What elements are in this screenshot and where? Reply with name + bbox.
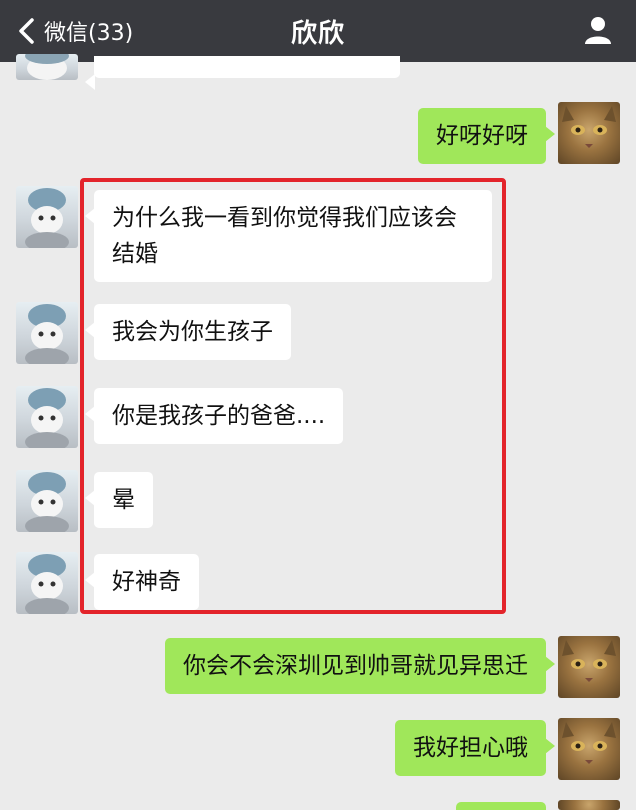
my-avatar[interactable] bbox=[558, 636, 620, 698]
chevron-left-icon bbox=[19, 18, 34, 44]
chat-header: 微信(33) 欣欣 bbox=[0, 0, 636, 62]
cat-avatar-image bbox=[562, 106, 616, 148]
cat-avatar-image bbox=[562, 722, 616, 764]
message-bubble-sent[interactable]: 好呀好呀 bbox=[418, 108, 555, 164]
message-bubble-received[interactable]: 为什么我一看到你觉得我们应该会结婚 bbox=[85, 190, 492, 282]
my-avatar[interactable] bbox=[558, 800, 620, 810]
contact-avatar[interactable] bbox=[16, 386, 78, 448]
message-bubble-sent[interactable]: 我好担心哦 bbox=[395, 720, 555, 776]
contact-avatar[interactable] bbox=[16, 470, 78, 532]
message-bubble-received[interactable]: 晕 bbox=[85, 472, 153, 528]
message-bubble-received[interactable]: 你是我孩子的爸爸.... bbox=[84, 388, 344, 444]
my-avatar[interactable] bbox=[558, 718, 620, 780]
kitten-avatar-image bbox=[25, 54, 69, 80]
contact-avatar[interactable] bbox=[16, 302, 78, 364]
cat-avatar-image bbox=[562, 640, 616, 682]
contact-avatar[interactable] bbox=[16, 552, 78, 614]
back-button[interactable]: 微信(33) bbox=[14, 0, 133, 62]
back-label: 微信(33) bbox=[44, 21, 134, 46]
message-bubble-partial bbox=[456, 802, 546, 810]
message-bubble-partial bbox=[85, 56, 400, 90]
person-icon[interactable] bbox=[582, 14, 614, 46]
message-bubble-received[interactable]: 好神奇 bbox=[85, 554, 199, 610]
kitten-avatar-image bbox=[25, 388, 69, 448]
message-bubble-received[interactable]: 我会为你生孩子 bbox=[85, 304, 291, 360]
contact-avatar[interactable] bbox=[16, 54, 78, 80]
kitten-avatar-image bbox=[25, 554, 69, 614]
kitten-avatar-image bbox=[25, 472, 69, 532]
kitten-avatar-image bbox=[25, 304, 69, 364]
contact-avatar[interactable] bbox=[16, 186, 78, 248]
message-bubble-sent[interactable]: 你会不会深圳见到帅哥就见异思迁 bbox=[165, 638, 555, 694]
my-avatar[interactable] bbox=[558, 102, 620, 164]
kitten-avatar-image bbox=[25, 188, 69, 248]
